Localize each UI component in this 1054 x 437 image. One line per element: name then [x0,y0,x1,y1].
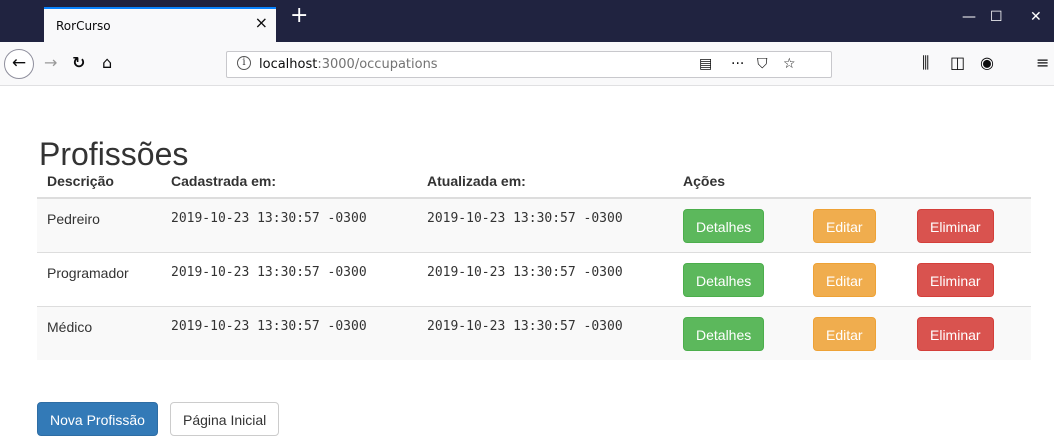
header-cadastrada: Cadastrada em: [161,164,417,199]
details-button[interactable]: Detalhes [683,209,765,243]
cell-cadastrada: 2019-10-23 13:30:57 -0300 [161,251,417,306]
browser-tab[interactable]: RorCurso × [44,7,276,42]
info-icon[interactable]: i [237,56,251,70]
header-descricao: Descrição [37,164,161,199]
details-button[interactable]: Detalhes [683,262,765,297]
cell-atualizada: 2019-10-23 13:30:57 -0300 [417,305,673,360]
tab-title: RorCurso [56,19,111,33]
edit-button[interactable]: Editar [813,209,876,243]
new-occupation-button[interactable]: Nova Profissão [37,402,158,436]
pocket-icon[interactable]: ⛉ [757,56,768,72]
reload-icon[interactable]: ↻ [72,54,85,72]
details-button[interactable]: Detalhes [683,316,765,351]
close-window-icon[interactable]: ✕ [1030,10,1042,24]
forward-arrow-icon[interactable]: → [44,54,57,72]
account-icon[interactable]: ◉ [980,54,994,72]
table-row: Programador 2019-10-23 13:30:57 -0300 20… [37,251,1031,306]
cell-actions: Detalhes Editar Eliminar [673,197,1031,252]
header-acoes: Ações [673,164,1031,199]
header-atualizada: Atualizada em: [417,164,673,199]
cell-atualizada: 2019-10-23 13:30:57 -0300 [417,197,673,252]
cell-cadastrada: 2019-10-23 13:30:57 -0300 [161,197,417,252]
sidebar-icon[interactable]: ◫ [950,54,965,72]
minimize-icon[interactable]: — [962,10,976,24]
cell-cadastrada: 2019-10-23 13:30:57 -0300 [161,305,417,360]
bookmark-star-icon[interactable]: ☆ [783,56,796,72]
edit-button[interactable]: Editar [813,316,876,351]
back-arrow-icon[interactable]: ← [4,49,34,79]
cell-descricao: Pedreiro [37,197,161,252]
url-text[interactable]: localhost:3000/occupations [259,57,438,72]
close-tab-icon[interactable]: × [255,15,268,31]
menu-icon[interactable]: ≡ [1036,54,1049,72]
cell-actions: Detalhes Editar Eliminar [673,305,1031,360]
page-actions-icon[interactable]: ··· [731,56,744,72]
delete-button[interactable]: Eliminar [917,262,994,297]
library-icon[interactable]: ⫼ [922,54,929,72]
cell-descricao: Médico [37,305,161,360]
home-icon[interactable]: ⌂ [102,54,112,72]
cell-descricao: Programador [37,251,161,306]
delete-button[interactable]: Eliminar [917,316,994,351]
cell-actions: Detalhes Editar Eliminar [673,251,1031,306]
url-bar[interactable]: i localhost:3000/occupations ▤ ··· ⛉ ☆ [226,51,832,78]
table-row: Pedreiro 2019-10-23 13:30:57 -0300 2019-… [37,197,1031,252]
delete-button[interactable]: Eliminar [917,209,994,243]
edit-button[interactable]: Editar [813,262,876,297]
cell-atualizada: 2019-10-23 13:30:57 -0300 [417,251,673,306]
browser-navbar: ← → ↻ ⌂ i localhost:3000/occupations ▤ ·… [0,42,1054,86]
table-header-row: Descrição Cadastrada em: Atualizada em: … [37,164,1031,199]
table-row: Médico 2019-10-23 13:30:57 -0300 2019-10… [37,305,1031,360]
reader-view-icon[interactable]: ▤ [699,56,712,72]
browser-titlebar: RorCurso × + — ☐ ✕ [0,0,1054,42]
home-page-button[interactable]: Página Inicial [170,402,280,436]
occupations-table: Descrição Cadastrada em: Atualizada em: … [37,164,1031,360]
new-tab-button[interactable]: + [290,5,308,27]
maximize-icon[interactable]: ☐ [990,10,1003,24]
